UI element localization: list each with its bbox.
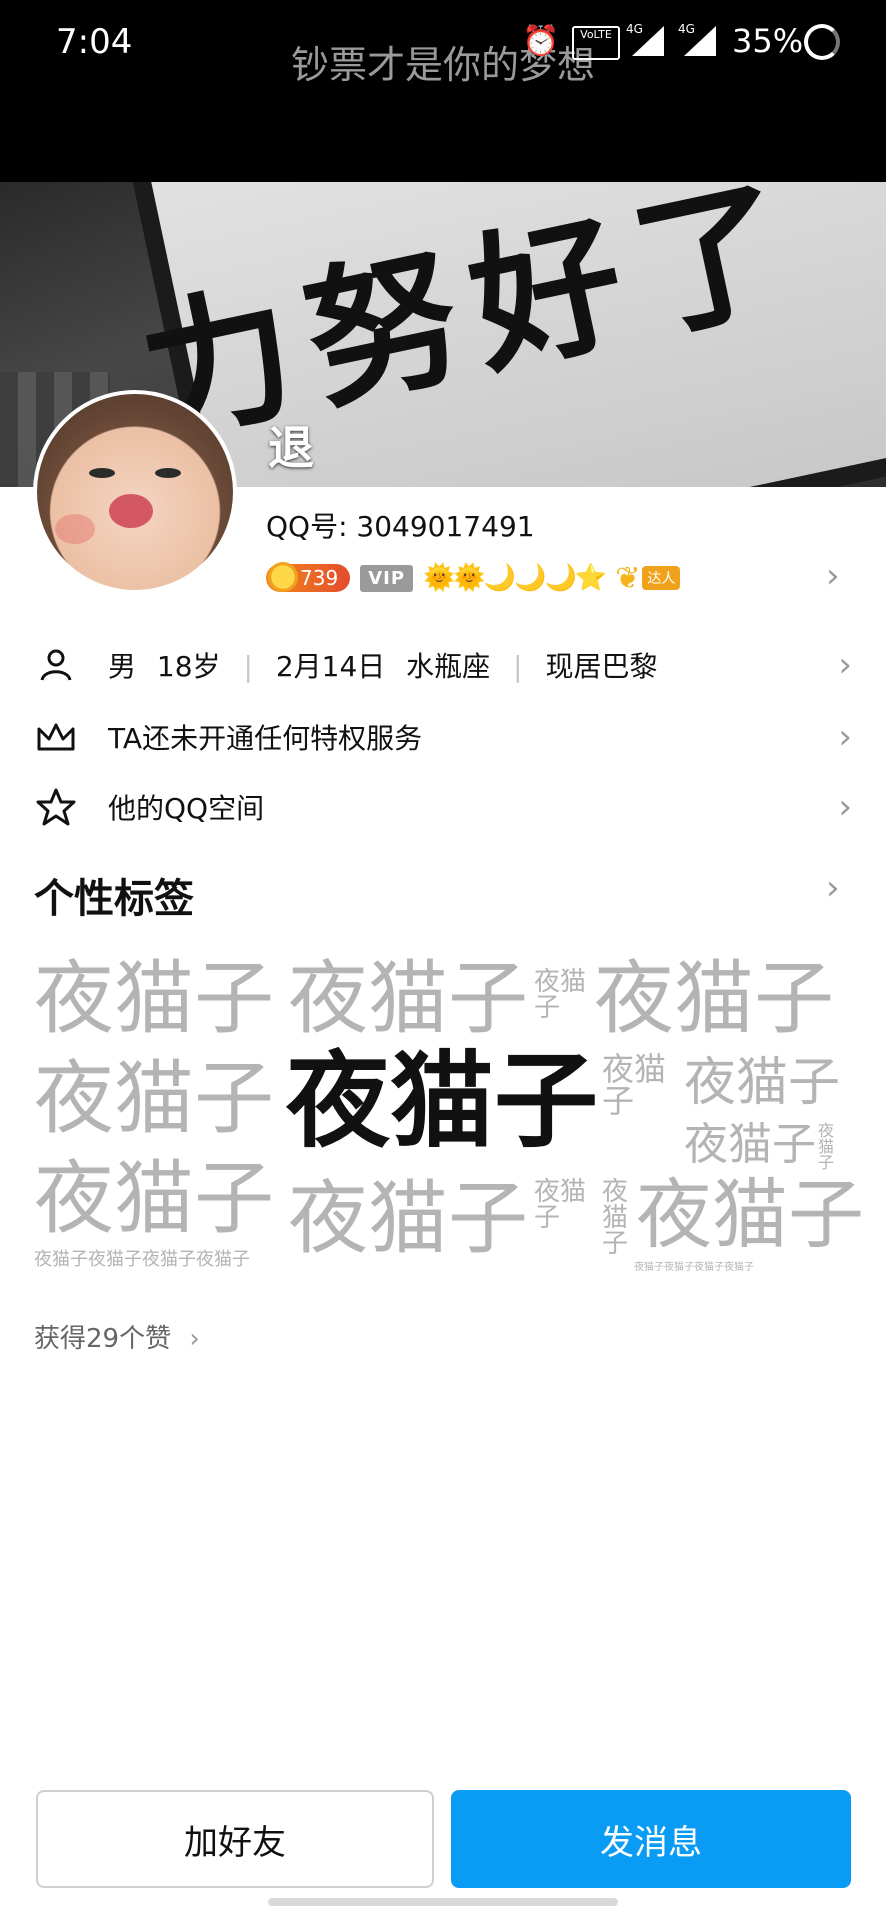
qzone-star-icon bbox=[34, 785, 78, 829]
birthday: 2月14日 bbox=[275, 650, 386, 683]
location: 现居巴黎 bbox=[545, 650, 658, 683]
tag-word: 夜猫子 bbox=[594, 952, 834, 1045]
person-icon bbox=[34, 643, 78, 687]
home-indicator[interactable] bbox=[268, 1898, 618, 1906]
gender: 男 bbox=[108, 650, 137, 683]
privilege-text: TA还未开通任何特权服务 bbox=[108, 722, 423, 755]
network-label: 4G bbox=[678, 22, 695, 36]
tag-word-main: 夜猫子 bbox=[286, 1040, 599, 1162]
avatar[interactable] bbox=[33, 390, 237, 594]
qq-value: 3049017491 bbox=[356, 510, 535, 543]
qq-label: QQ号: bbox=[266, 510, 348, 543]
network-label: 4G bbox=[626, 22, 643, 36]
badges-row[interactable]: 739 VIP 🌞🌞🌙🌙🌙⭐ ❦ 达人 bbox=[266, 560, 681, 596]
battery-icon bbox=[804, 24, 840, 60]
chevron-right-icon: › bbox=[189, 1324, 200, 1354]
tag-word: 夜猫子 bbox=[34, 1152, 274, 1245]
zodiac: 水瓶座 bbox=[406, 650, 491, 683]
alarm-icon: ⏰ bbox=[522, 24, 560, 59]
chevron-right-icon[interactable]: › bbox=[826, 868, 840, 908]
level-icons: 🌞🌞🌙🌙🌙⭐ bbox=[423, 563, 607, 593]
tag-word: 夜猫子 bbox=[288, 952, 528, 1045]
tag-word: 夜猫子 bbox=[534, 1177, 587, 1233]
age: 18岁 bbox=[156, 650, 221, 683]
tag-word: 夜猫子 bbox=[34, 1052, 274, 1145]
likes-count[interactable]: 获得29个赞 › bbox=[34, 1318, 200, 1355]
basic-info-row[interactable]: 男 18岁 | 2月14日 水瓶座 | 现居巴黎 › bbox=[0, 630, 886, 700]
signal-4g-icon: 4G bbox=[626, 22, 666, 58]
tag-word: 夜猫子 bbox=[602, 1050, 667, 1120]
tag-word: 夜猫子 bbox=[684, 1119, 816, 1170]
tag-cloud[interactable]: 夜猫子 夜猫子 夜猫子 夜猫子 夜猫子 夜猫子 夜猫子 夜猫子 夜猫子 夜猫子 … bbox=[34, 945, 864, 1285]
qzone-text: 他的QQ空间 bbox=[108, 792, 265, 825]
volte-icon: VoLTE bbox=[572, 26, 620, 60]
signal-4g-icon: 4G bbox=[678, 22, 718, 58]
privilege-row[interactable]: TA还未开通任何特权服务 › bbox=[0, 702, 886, 772]
chevron-right-icon: › bbox=[838, 717, 852, 757]
wing-icon: ❦ bbox=[615, 560, 641, 596]
tag-word-tiny: 夜猫子夜猫子夜猫子夜猫子 bbox=[34, 1249, 250, 1270]
tag-word: 夜猫子 bbox=[818, 1121, 835, 1172]
battery-percent: 35% bbox=[732, 22, 804, 60]
daren-label: 达人 bbox=[642, 566, 681, 590]
tag-word: 夜猫子 bbox=[288, 1172, 528, 1265]
daren-badge: ❦ 达人 bbox=[615, 560, 681, 596]
crown-icon bbox=[34, 715, 78, 759]
add-friend-button[interactable]: 加好友 bbox=[36, 1790, 434, 1888]
chevron-right-icon: › bbox=[838, 787, 852, 827]
nickname: 退 bbox=[268, 421, 314, 475]
tag-word: 夜猫子 bbox=[602, 1177, 629, 1259]
tag-word: 夜猫子 bbox=[534, 967, 587, 1023]
tag-word: 夜猫子 bbox=[636, 1170, 864, 1259]
send-message-button[interactable]: 发消息 bbox=[451, 1790, 851, 1888]
tag-word: 夜猫子 bbox=[684, 1053, 841, 1113]
likes-text: 获得29个赞 bbox=[34, 1324, 172, 1354]
tag-word-tiny: 夜猫子夜猫子夜猫子夜猫子 bbox=[634, 1262, 754, 1273]
qq-number: QQ号: 3049017491 bbox=[266, 505, 535, 545]
tags-title: 个性标签 bbox=[34, 876, 194, 922]
tag-word: 夜猫子 bbox=[34, 952, 274, 1045]
vip-badge: VIP bbox=[360, 564, 414, 592]
basic-info-text: 男 18岁 | 2月14日 水瓶座 | 现居巴黎 bbox=[108, 650, 658, 683]
qzone-row[interactable]: 他的QQ空间 › bbox=[0, 772, 886, 842]
coin-level-badge: 739 bbox=[266, 562, 351, 592]
chevron-right-icon[interactable]: › bbox=[826, 556, 840, 596]
chevron-right-icon: › bbox=[838, 645, 852, 685]
